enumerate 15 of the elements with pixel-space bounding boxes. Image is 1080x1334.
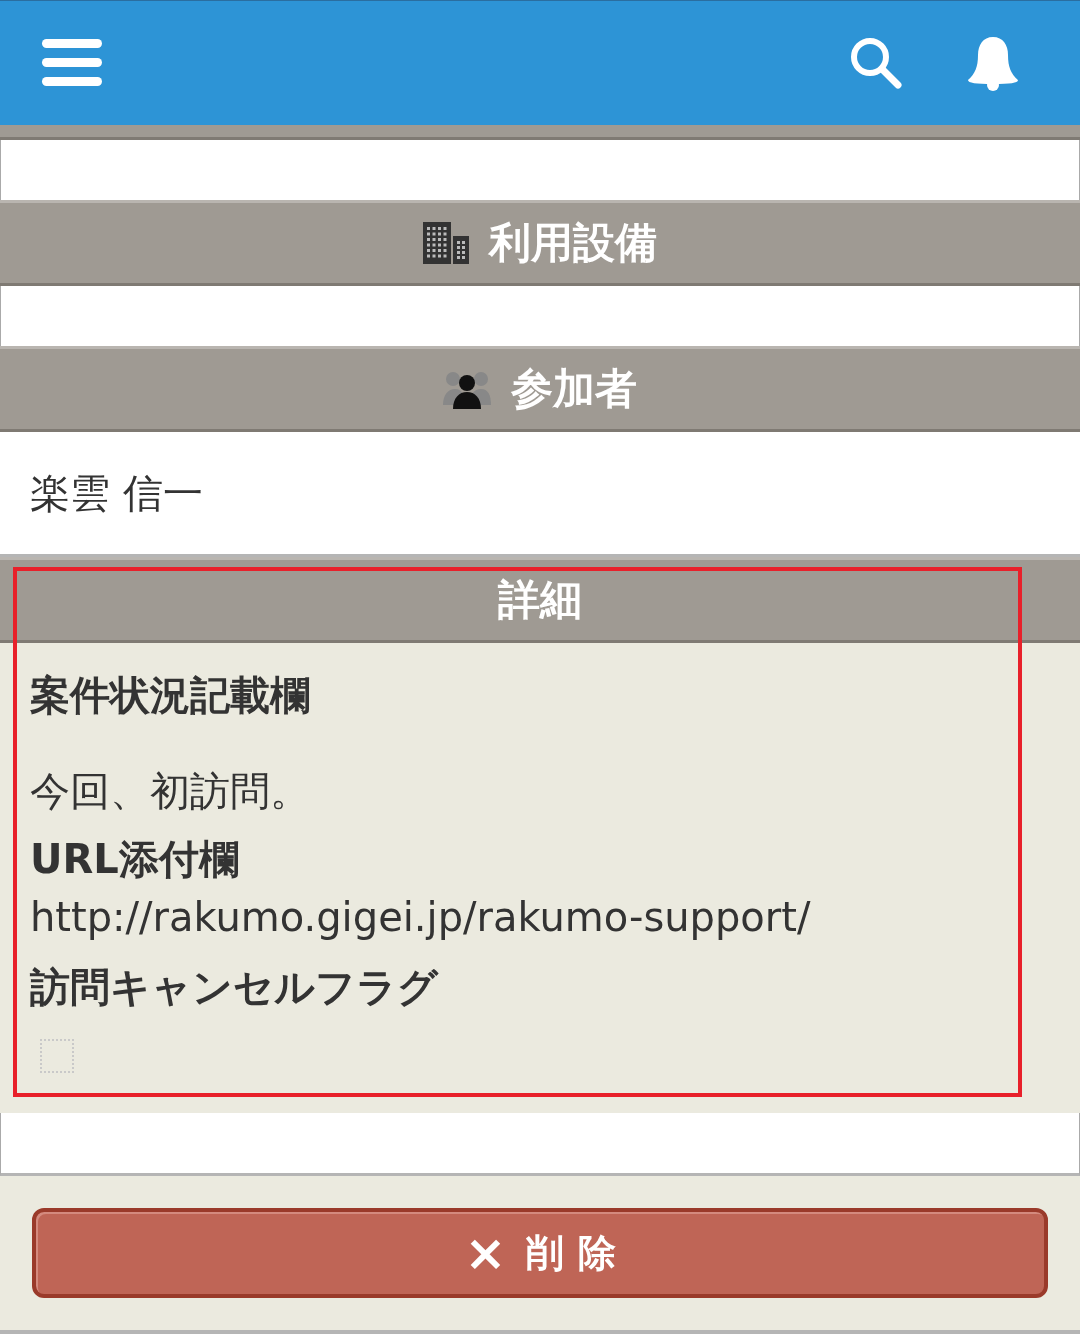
bell-icon[interactable] [966, 34, 1020, 92]
field-label: URL添付欄 [30, 835, 239, 884]
section-title: 利用設備 [489, 217, 657, 269]
menu-icon[interactable] [41, 37, 103, 89]
search-icon[interactable] [848, 35, 904, 91]
section-title: 参加者 [511, 363, 637, 415]
url-link[interactable]: http://rakumo.gigei.jp/rakumo-support/ [30, 889, 811, 945]
field-value: 今回、初訪問。 [30, 767, 310, 816]
delete-button[interactable]: × 削 除 [32, 1208, 1048, 1298]
field-label: 案件状況記載欄 [30, 671, 310, 720]
section-title: 詳細 [498, 574, 582, 626]
building-icon [423, 222, 469, 264]
checkbox[interactable] [40, 1039, 74, 1073]
field-label: 訪問キャンセルフラグ [30, 963, 438, 1012]
participant-name: 楽雲 信一 [30, 469, 204, 518]
